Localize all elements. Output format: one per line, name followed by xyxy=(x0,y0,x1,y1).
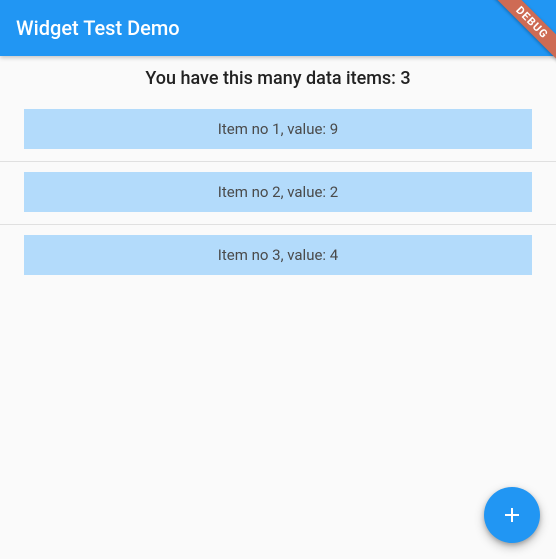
item-card: Item no 1, value: 9 xyxy=(24,109,532,149)
item-card: Item no 3, value: 4 xyxy=(24,235,532,275)
item-label: Item no 3, value: 4 xyxy=(218,246,338,264)
list-item[interactable]: Item no 2, value: 2 xyxy=(0,162,556,225)
data-count-header: You have this many data items: 3 xyxy=(0,56,556,99)
list-item[interactable]: Item no 1, value: 9 xyxy=(0,99,556,162)
list-item[interactable]: Item no 3, value: 4 xyxy=(0,225,556,287)
item-card: Item no 2, value: 2 xyxy=(24,172,532,212)
count-prefix: You have this many data items: xyxy=(145,68,400,89)
plus-icon xyxy=(500,503,524,527)
app-bar: Widget Test Demo xyxy=(0,0,556,56)
item-list: Item no 1, value: 9 Item no 2, value: 2 … xyxy=(0,99,556,287)
item-label: Item no 2, value: 2 xyxy=(218,183,338,201)
item-label: Item no 1, value: 9 xyxy=(218,120,338,138)
count-value: 3 xyxy=(400,68,410,89)
add-button[interactable] xyxy=(484,487,540,543)
app-title: Widget Test Demo xyxy=(16,16,180,40)
